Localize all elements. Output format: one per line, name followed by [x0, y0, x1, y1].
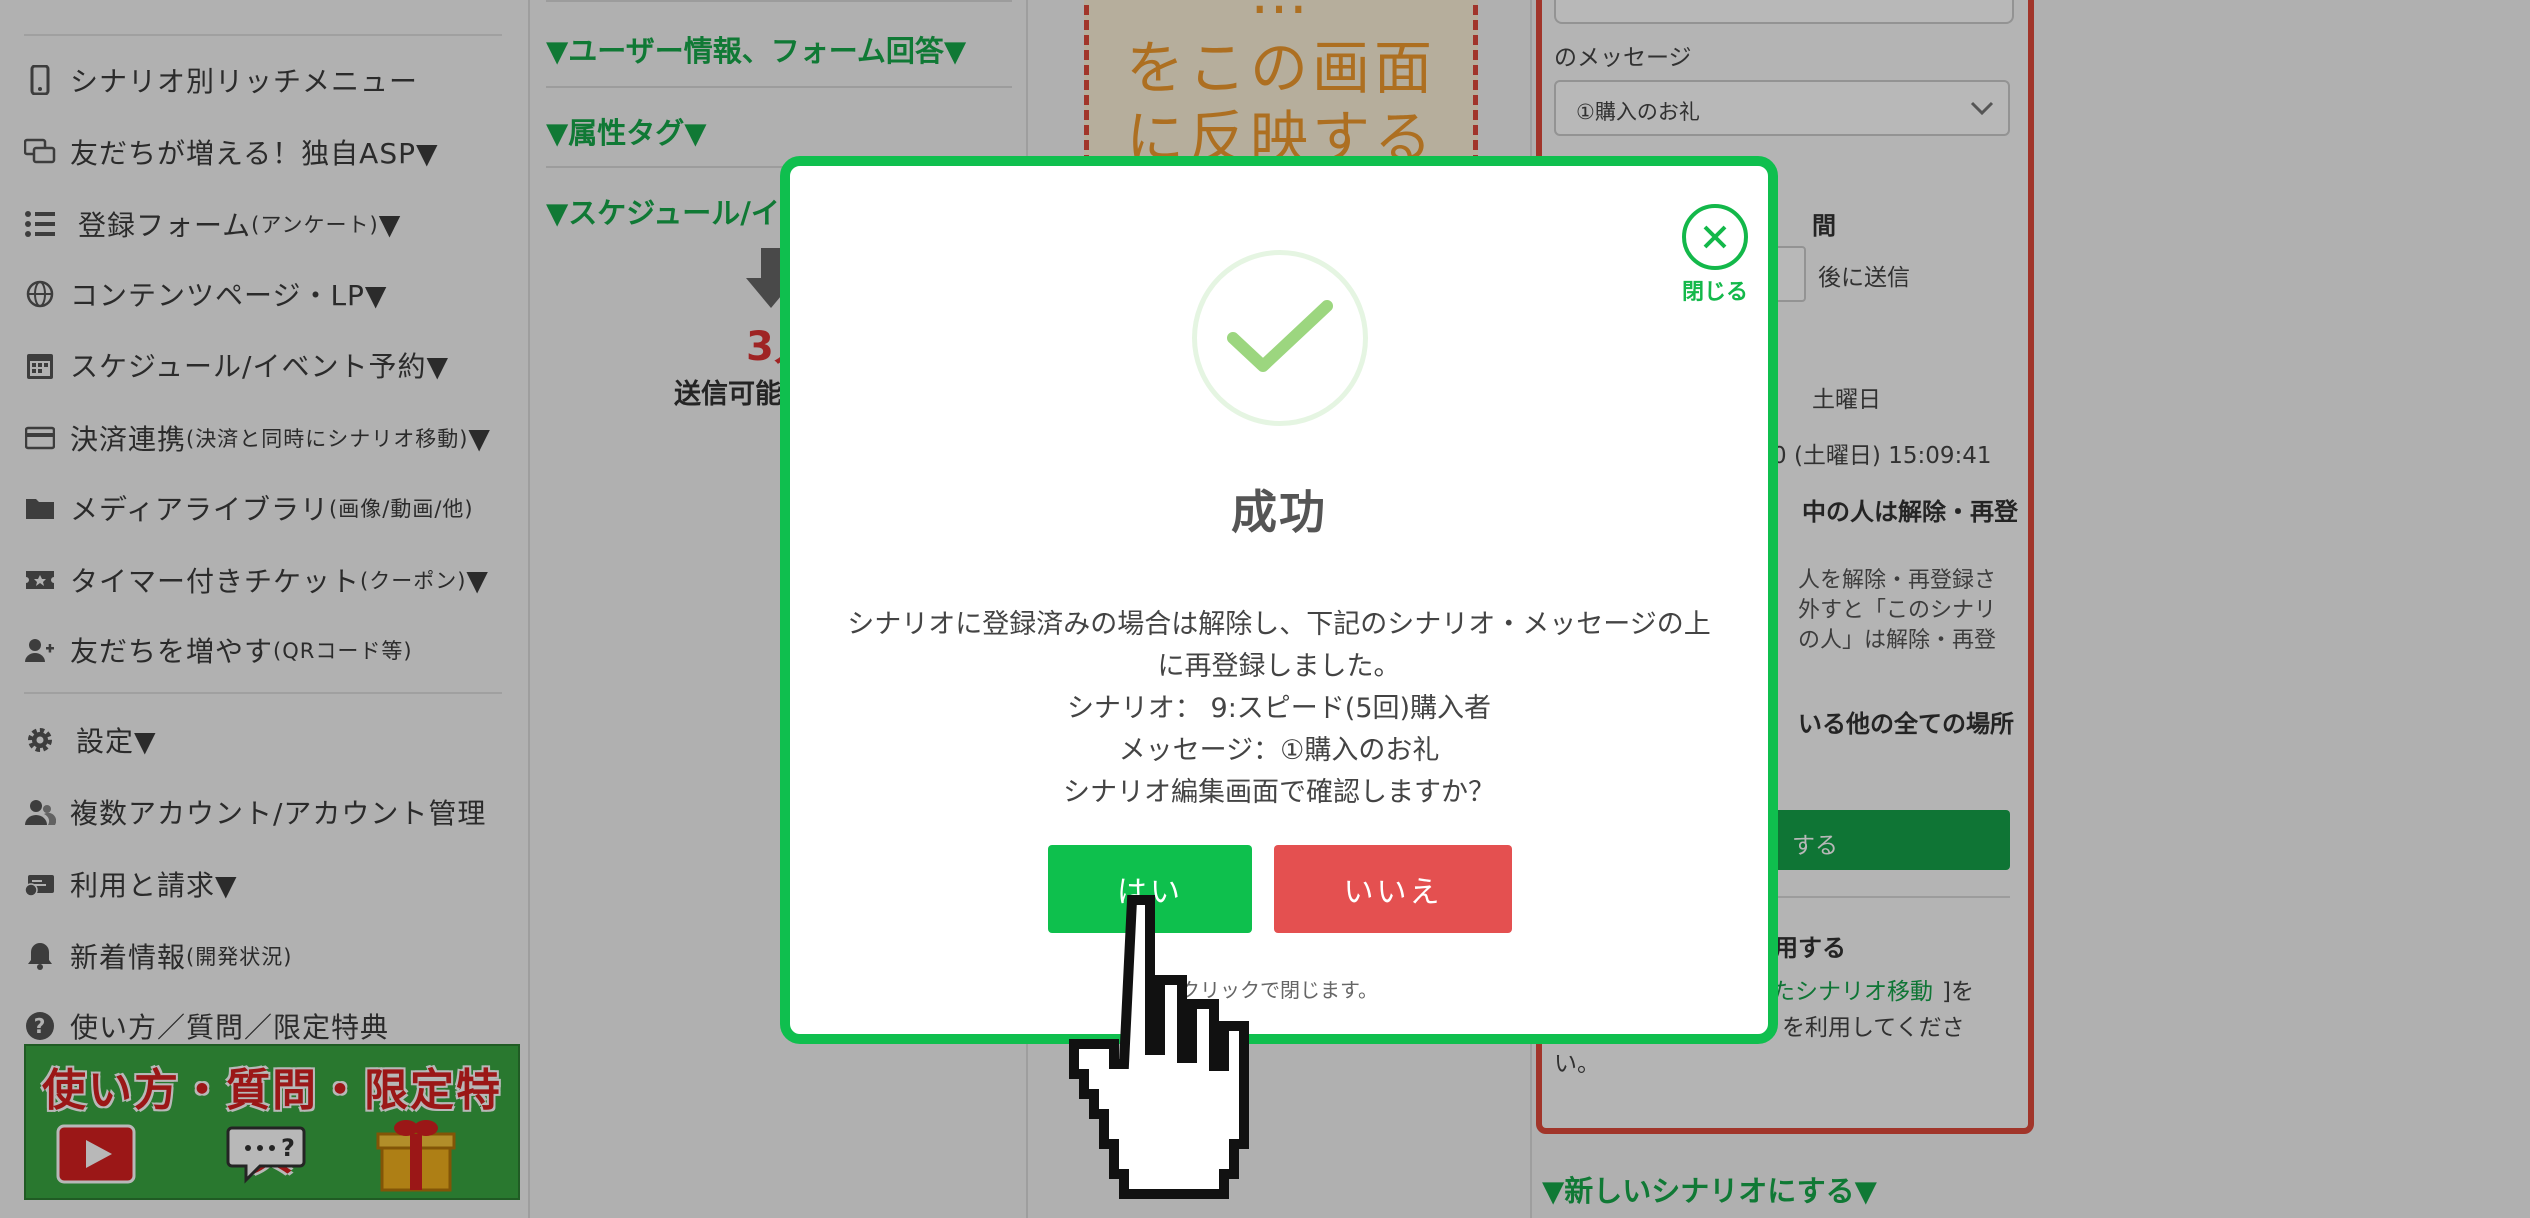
- dialog-message-line: シナリオに登録済みの場合は解除し、下記のシナリオ・メッセージの上: [847, 609, 1711, 640]
- dialog-question-line: シナリオ編集画面で確認しますか？: [1063, 777, 1495, 808]
- close-button[interactable]: 閉じる: [1682, 204, 1748, 306]
- no-button[interactable]: いいえ: [1274, 845, 1512, 933]
- success-check-icon: [1192, 250, 1368, 426]
- dialog-title: 成功: [1231, 485, 1327, 539]
- close-label: 閉じる: [1682, 280, 1749, 305]
- dialog-message-line: に再登録しました。: [1157, 651, 1401, 682]
- dialog-message-name-line: メッセージ：①購入のお礼: [1118, 735, 1440, 766]
- hand-pointer-icon: [1069, 895, 1249, 1199]
- close-icon: [1682, 204, 1748, 270]
- dialog-message: シナリオに登録済みの場合は解除し、下記のシナリオ・メッセージの上 に再登録しまし…: [830, 604, 1728, 814]
- dialog-scenario-line: シナリオ： 9:スピード(5回)購入者: [1066, 693, 1492, 724]
